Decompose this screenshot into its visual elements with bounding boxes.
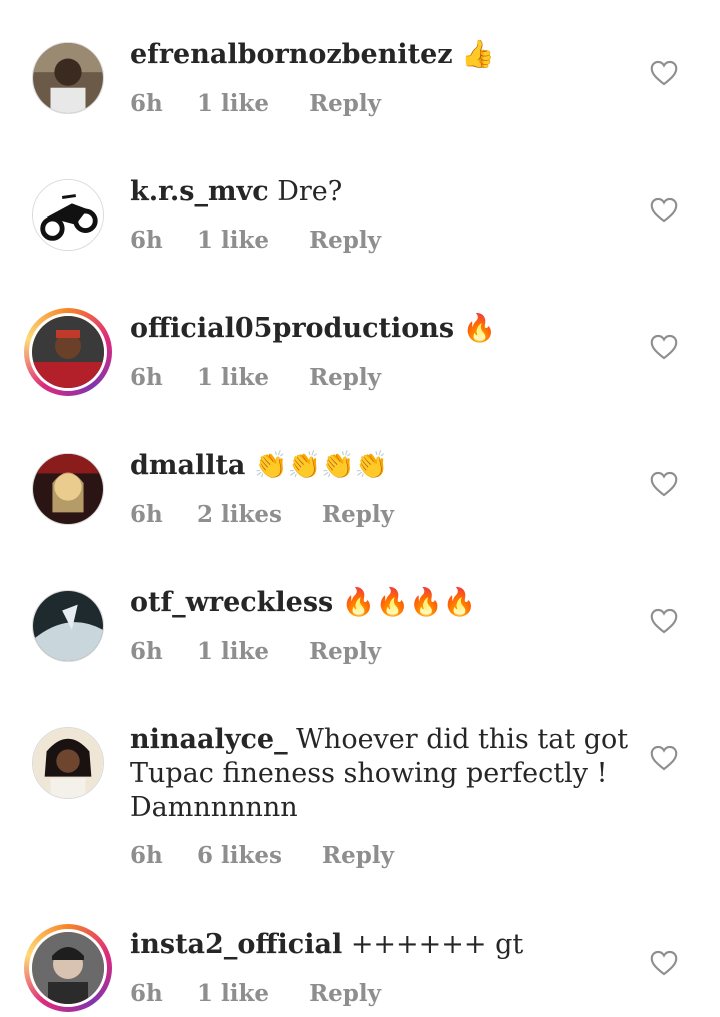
avatar-story-ring[interactable] <box>24 308 112 396</box>
reply-button[interactable]: Reply <box>309 364 381 391</box>
comment-text: insta2_official ++++++ gt <box>130 928 630 962</box>
comment-username[interactable]: otf_wreckless <box>130 587 333 618</box>
heart-outline-icon[interactable] <box>650 745 678 771</box>
avatar-image <box>32 179 104 251</box>
comment-time: 6h <box>130 364 163 391</box>
comment-time: 6h <box>130 638 163 665</box>
comment-meta: 6h 1 like Reply <box>130 638 381 665</box>
reply-button[interactable]: Reply <box>309 638 381 665</box>
comment-text: ninaalyce_ Whoever did this tat got Tupa… <box>130 723 630 825</box>
avatar[interactable] <box>32 727 104 799</box>
comment-likes[interactable]: 1 like <box>197 227 269 254</box>
avatar-image <box>32 42 104 114</box>
comment-username[interactable]: k.r.s_mvc <box>130 176 269 207</box>
heart-outline-icon[interactable] <box>650 197 678 223</box>
avatar-story-ring[interactable] <box>24 924 112 1012</box>
comment-text: efrenalbornozbenitez 👍 <box>130 38 630 72</box>
comment-time: 6h <box>130 980 163 1007</box>
comment-body: 👏👏👏👏 <box>254 450 389 481</box>
comment-meta: 6h 1 like Reply <box>130 364 381 391</box>
heart-outline-icon[interactable] <box>650 334 678 360</box>
reply-button[interactable]: Reply <box>322 501 394 528</box>
comment-username[interactable]: insta2_official <box>130 929 342 960</box>
comment-meta: 6h 1 like Reply <box>130 227 381 254</box>
reply-button[interactable]: Reply <box>322 842 394 869</box>
heart-outline-icon[interactable] <box>650 471 678 497</box>
avatar-image <box>32 590 104 662</box>
heart-outline-icon[interactable] <box>650 950 678 976</box>
comment-likes[interactable]: 1 like <box>197 980 269 1007</box>
comment-text: official05productions 🔥 <box>130 312 630 346</box>
comment-text: k.r.s_mvc Dre? <box>130 175 630 209</box>
reply-button[interactable]: Reply <box>309 227 381 254</box>
avatar-image <box>29 313 107 391</box>
avatar[interactable] <box>32 590 104 662</box>
avatar-image <box>32 453 104 525</box>
comment-meta: 6h 6 likes Reply <box>130 842 394 869</box>
avatar-image <box>32 727 104 799</box>
comment-body: Dre? <box>277 176 343 207</box>
comment-likes[interactable]: 1 like <box>197 90 269 117</box>
reply-button[interactable]: Reply <box>309 90 381 117</box>
comment-username[interactable]: efrenalbornozbenitez <box>130 39 453 70</box>
reply-button[interactable]: Reply <box>309 980 381 1007</box>
comment-text: dmallta 👏👏👏👏 <box>130 449 630 483</box>
comment-likes[interactable]: 2 likes <box>197 501 282 528</box>
avatar[interactable] <box>32 453 104 525</box>
comment-body: ++++++ gt <box>350 929 524 960</box>
comment-body: 🔥 <box>462 313 497 344</box>
avatar-image <box>29 929 107 1007</box>
comment-time: 6h <box>130 842 163 869</box>
comment-time: 6h <box>130 501 163 528</box>
comment-meta: 6h 2 likes Reply <box>130 501 394 528</box>
heart-outline-icon[interactable] <box>650 60 678 86</box>
comment-time: 6h <box>130 227 163 254</box>
avatar[interactable] <box>32 179 104 251</box>
comment-meta: 6h 1 like Reply <box>130 90 381 117</box>
heart-outline-icon[interactable] <box>650 608 678 634</box>
comment-username[interactable]: official05productions <box>130 313 454 344</box>
comment-likes[interactable]: 1 like <box>197 364 269 391</box>
comment-meta: 6h 1 like Reply <box>130 980 381 1007</box>
comment-body: 🔥🔥🔥🔥 <box>341 587 477 618</box>
comment-likes[interactable]: 1 like <box>197 638 269 665</box>
comment-username[interactable]: dmallta <box>130 450 245 481</box>
comment-text: otf_wreckless 🔥🔥🔥🔥 <box>130 586 630 620</box>
comment-username[interactable]: ninaalyce_ <box>130 724 288 755</box>
comment-time: 6h <box>130 90 163 117</box>
avatar[interactable] <box>32 42 104 114</box>
comment-body: 👍 <box>461 39 495 70</box>
comment-likes[interactable]: 6 likes <box>197 842 282 869</box>
